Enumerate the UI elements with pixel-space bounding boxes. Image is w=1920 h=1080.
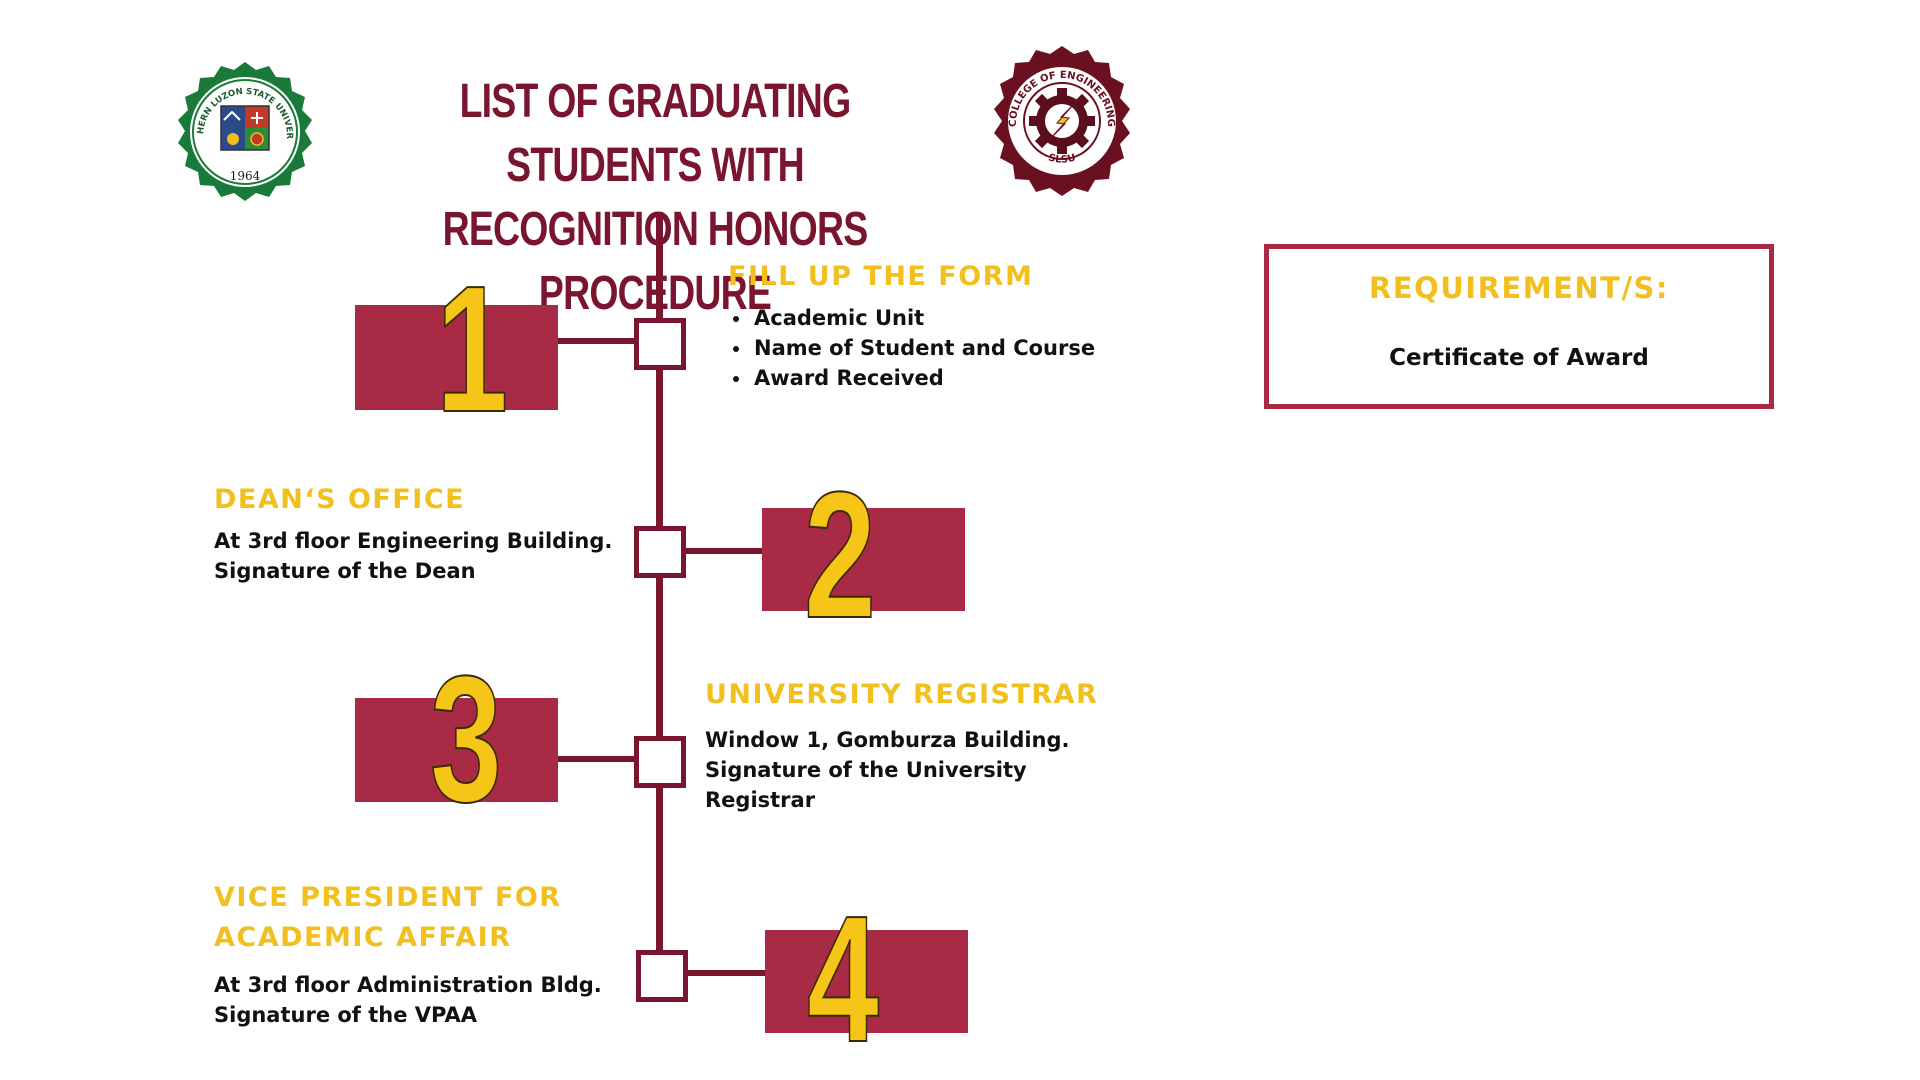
step-4-line: At 3rd floor Administration Bldg. xyxy=(214,973,602,997)
step-3-line: Registrar xyxy=(705,788,816,812)
step-2-number: 2 xyxy=(803,455,877,656)
step-2-line: Signature of the Dean xyxy=(214,559,476,583)
step-3-number: 3 xyxy=(429,639,503,840)
step-4-connector xyxy=(684,970,765,976)
step-1-bullet-list: Academic Unit Name of Student and Course… xyxy=(728,303,1168,393)
step-4-number: 4 xyxy=(806,879,880,1080)
requirements-title: REQUIREMENT/S: xyxy=(1368,271,1670,305)
requirement-item: Certificate of Award xyxy=(1389,345,1649,371)
step-1-title: FILL UP THE FORM xyxy=(728,261,1034,292)
step-2-title: DEAN‘S OFFICE xyxy=(214,484,466,515)
header: SOUTHERN LUZON STATE UNIVERSITY 1964 LIS… xyxy=(0,0,1920,320)
step-2-connector xyxy=(680,548,762,554)
step-1-content: FILL UP THE FORM Academic Unit Name of S… xyxy=(728,257,1168,393)
step-3-title: UNIVERSITY REGISTRAR xyxy=(705,679,1099,710)
university-seal-logo: SOUTHERN LUZON STATE UNIVERSITY 1964 xyxy=(162,53,312,201)
step-4-content: VICE PRESIDENT FOR ACADEMIC AFFAIR At 3r… xyxy=(214,878,654,1030)
step-3-line: Window 1, Gomburza Building. xyxy=(705,728,1070,752)
step-2-content: DEAN‘S OFFICE At 3rd floor Engineering B… xyxy=(214,480,654,586)
college-of-engineering-logo: COLLEGE OF ENGINEERING SLSU xyxy=(994,46,1130,196)
step-1-connector xyxy=(558,338,640,344)
list-item: Award Received xyxy=(752,363,1168,393)
step-4-title: VICE PRESIDENT FOR ACADEMIC AFFAIR xyxy=(214,878,654,958)
step-3-node xyxy=(634,736,686,788)
step-4-line: Signature of the VPAA xyxy=(214,1003,478,1027)
step-3-line: Signature of the University xyxy=(705,758,1027,782)
title-line-1: LIST OF GRADUATING STUDENTS WITH xyxy=(459,75,852,192)
step-2-line: At 3rd floor Engineering Building. xyxy=(214,529,613,553)
step-3-content: UNIVERSITY REGISTRAR Window 1, Gomburza … xyxy=(705,675,1145,815)
step-4-title-line: VICE PRESIDENT FOR xyxy=(214,882,562,913)
step-1-node xyxy=(634,318,686,370)
seal-year: 1964 xyxy=(230,169,261,183)
list-item: Name of Student and Course xyxy=(752,333,1168,363)
list-item: Academic Unit xyxy=(752,303,1168,333)
step-3-connector xyxy=(558,756,640,762)
step-4-description: At 3rd floor Administration Bldg. Signat… xyxy=(214,970,654,1030)
step-1-number: 1 xyxy=(435,249,509,450)
step-4-title-line: ACADEMIC AFFAIR xyxy=(214,922,512,953)
step-2-description: At 3rd floor Engineering Building. Signa… xyxy=(214,526,654,586)
requirements-box: REQUIREMENT/S: Certificate of Award xyxy=(1264,244,1774,409)
step-3-description: Window 1, Gomburza Building. Signature o… xyxy=(705,725,1145,815)
